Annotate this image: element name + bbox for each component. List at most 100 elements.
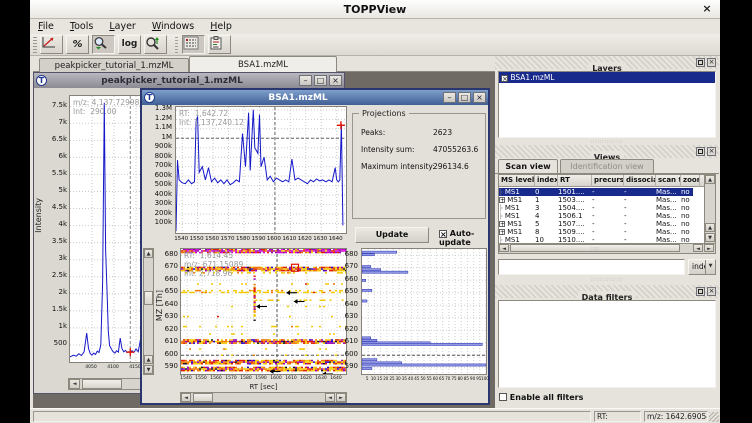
precursor-arrow-icon — [322, 372, 333, 374]
toppview-window: TOPPView × FileToolsLayerWindowsHelp % l… — [30, 0, 720, 423]
splitter-handle[interactable]: :::::::::::::: — [495, 140, 719, 144]
peakpicker-titlebar[interactable]: T peakpicker_tutorial_1.mzML – □ × — [34, 73, 344, 88]
minimize-button[interactable]: – — [443, 92, 456, 103]
menu-windows[interactable]: Windows — [144, 20, 202, 34]
filter-column-combo[interactable]: index ▼ — [688, 259, 716, 275]
y-tick-label: 620 — [165, 325, 178, 333]
precursor-arrow-icon — [270, 369, 281, 374]
layers-panel-header[interactable]: Layers × — [495, 56, 719, 69]
scan-table[interactable]: MS levelindexRTprecurs(dissociascan tyzo… — [498, 174, 716, 254]
map-h-scrollbar[interactable]: ◄ ◄ ► — [180, 392, 347, 403]
menu-layer[interactable]: Layer — [101, 20, 144, 34]
table-row[interactable]: ├ MS141506.1--Mas...no — [499, 212, 693, 220]
reset-zoom-icon[interactable] — [40, 35, 63, 54]
auto-update-checkbox[interactable]: × Auto-update — [439, 229, 488, 247]
column-header-ms-level[interactable]: MS level — [499, 175, 535, 187]
chevron-down-icon[interactable]: ▼ — [705, 260, 715, 274]
minimize-button[interactable]: – — [299, 75, 312, 86]
data-filters-list[interactable] — [498, 300, 716, 388]
checkbox-icon[interactable] — [499, 393, 507, 401]
table-cell: - — [592, 204, 624, 212]
float-panel-icon[interactable] — [696, 287, 705, 296]
y-tick-label: 500 — [54, 339, 67, 347]
close-panel-icon[interactable]: × — [707, 147, 716, 156]
toolbar-separator — [175, 37, 178, 53]
close-button[interactable]: × — [473, 92, 486, 103]
layer-item-bsa1[interactable]: × BSA1.mzML — [499, 72, 715, 83]
scan-filter-input[interactable] — [498, 259, 685, 275]
y-tick-label: 600k — [155, 171, 172, 179]
scan-table-header[interactable]: MS levelindexRTprecurs(dissociascan tyzo… — [499, 175, 715, 187]
app-titlebar[interactable]: TOPPView × — [30, 0, 720, 19]
mz-projection-plot[interactable] — [361, 248, 487, 375]
column-header-index[interactable]: index — [535, 175, 558, 187]
intensity-percentage-icon[interactable]: % — [66, 35, 89, 54]
app-close-button[interactable]: × — [700, 2, 714, 16]
column-header-zoom[interactable]: zoom — [681, 175, 700, 187]
toolbar-drag-handle[interactable] — [33, 37, 37, 53]
table-cell: - — [624, 196, 656, 204]
projections-icon[interactable] — [208, 35, 231, 54]
column-header-precurs-[interactable]: precurs( — [592, 175, 624, 187]
column-header-scan-ty[interactable]: scan ty — [656, 175, 681, 187]
table-h-scrollbar[interactable]: ◄ :::::: ◄ ► — [499, 243, 715, 253]
table-row[interactable]: + MS111503....--Mas...no — [499, 196, 693, 204]
splitter-handle[interactable]: :::::::::::::: — [495, 278, 719, 282]
table-cell: ├ MS1 — [499, 204, 535, 212]
views-panel-header[interactable]: Views × — [495, 145, 719, 158]
close-panel-icon[interactable]: × — [707, 287, 716, 296]
tab-bsa1[interactable]: BSA1.mzML — [189, 56, 337, 72]
x-tick-label: 1610 — [282, 236, 296, 242]
y-tick-label: 1.1M — [155, 123, 172, 131]
enable-all-filters-checkbox[interactable]: Enable all filters — [499, 393, 583, 402]
column-header-rt[interactable]: RT — [558, 175, 592, 187]
rt-projection-plot[interactable]: RT: 1,642.72Int: 1,137,240.12 — [175, 106, 347, 234]
map-v-scrollbar[interactable]: ▲ ▲ ▼ — [143, 248, 154, 375]
table-row[interactable]: ├ MS101501....--Mas...no — [499, 188, 693, 196]
table-row[interactable]: ├ MS131504....--Mas...no — [499, 204, 693, 212]
table-cell: - — [624, 204, 656, 212]
table-v-scrollbar[interactable]: ▲ ▲ ▼ — [704, 175, 715, 243]
log-intensity-icon[interactable]: log — [118, 35, 141, 54]
y-tick-label: 670 — [345, 262, 358, 270]
expand-icon[interactable]: + — [499, 197, 505, 203]
expand-icon[interactable]: + — [499, 221, 505, 227]
tab-identification-view[interactable]: Identification view — [560, 159, 654, 173]
tab-scan-view[interactable]: Scan view — [498, 159, 558, 173]
bsa1-titlebar[interactable]: T BSA1.mzML – □ × — [142, 90, 488, 105]
cursor-marker-icon — [337, 121, 345, 129]
close-button[interactable]: × — [329, 75, 342, 86]
ms2-precursors-icon[interactable] — [182, 35, 205, 54]
table-cell: no — [681, 188, 700, 196]
close-panel-icon[interactable]: × — [707, 58, 716, 67]
menu-file[interactable]: File — [30, 20, 62, 34]
maximize-button[interactable]: □ — [314, 75, 327, 86]
snap-to-maximum-icon[interactable] — [144, 35, 167, 54]
column-header-dissocia[interactable]: dissocia — [624, 175, 656, 187]
table-row[interactable]: + MS181509....--Mas...no — [499, 228, 693, 236]
maximize-button[interactable]: □ — [458, 92, 471, 103]
peak-map-2d[interactable]: RT: 1,614.45m/z: 671.15089Int: 2,718.96 — [180, 248, 347, 375]
data-filters-panel-header[interactable]: Data filters × — [495, 285, 719, 298]
expand-icon[interactable]: + — [499, 229, 505, 235]
table-cell: 1509.... — [558, 228, 592, 236]
x-tick-label: 1590 — [252, 236, 266, 242]
update-button[interactable]: Update — [355, 227, 429, 243]
float-panel-icon[interactable] — [696, 147, 705, 156]
status-rt-field: RT: — [594, 411, 641, 422]
resize-grip[interactable] — [709, 412, 719, 422]
y-tick-label: 610 — [165, 337, 178, 345]
x-tick-label: 15 — [377, 376, 382, 381]
zoom-mode-icon[interactable] — [92, 35, 115, 54]
table-row[interactable]: + MS151507....--Mas...no — [499, 220, 693, 228]
menu-help[interactable]: Help — [202, 20, 240, 34]
tree-branch-icon: ├ — [499, 189, 503, 196]
float-panel-icon[interactable] — [696, 58, 705, 67]
layer-checkbox-icon[interactable]: × — [501, 75, 508, 82]
checkbox-icon[interactable]: × — [439, 230, 447, 238]
table-cell: - — [624, 212, 656, 220]
layers-list[interactable]: × BSA1.mzML — [498, 71, 716, 138]
menu-tools[interactable]: Tools — [62, 20, 101, 34]
table-cell: - — [592, 212, 624, 220]
tab-peakpicker-tutorial[interactable]: peakpicker_tutorial_1.mzML — [39, 58, 189, 72]
